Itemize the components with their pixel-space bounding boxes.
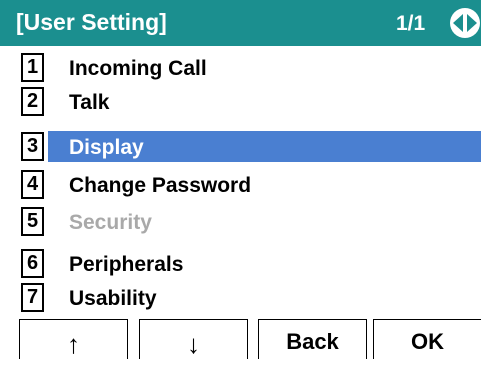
menu-item-display[interactable]: 3 Display [0,131,481,165]
softkey-bar: ↑ ↓ Back OK [0,319,481,359]
menu-item-change-password[interactable]: 4 Change Password [0,169,481,203]
menu-item-label: Security [69,211,152,234]
page-indicator: 1/1 [396,12,426,35]
menu-item-label: Talk [69,91,110,114]
page-title: [User Setting] [16,9,167,35]
menu-item-label: Peripherals [69,253,184,276]
menu-item-number: 4 [21,170,44,199]
menu-item-number: 5 [21,207,44,236]
menu-item-number: 2 [21,87,44,116]
up-arrow-button[interactable]: ↑ [19,319,128,359]
menu-item-incoming-call[interactable]: 1 Incoming Call [0,52,481,86]
menu-item-talk[interactable]: 2 Talk [0,86,481,120]
menu-item-number: 7 [21,283,44,312]
menu-item-number: 1 [21,53,44,82]
menu-item-usability[interactable]: 7 Usability [0,282,481,316]
menu-item-label: Change Password [69,174,252,197]
ok-button[interactable]: OK [373,319,481,359]
menu-item-label: Usability [69,287,157,310]
menu-item-number: 3 [21,132,44,161]
menu-item-peripherals[interactable]: 6 Peripherals [0,248,481,282]
title-bar: [User Setting] 1/1 [0,0,481,46]
down-arrow-button[interactable]: ↓ [139,319,248,359]
menu-item-label: Incoming Call [69,57,207,80]
left-right-arrow-icon[interactable] [450,8,480,38]
menu-item-security: 5 Security [0,206,481,240]
back-button[interactable]: Back [258,319,367,359]
menu-item-label: Display [69,136,144,159]
menu-item-number: 6 [21,249,44,278]
